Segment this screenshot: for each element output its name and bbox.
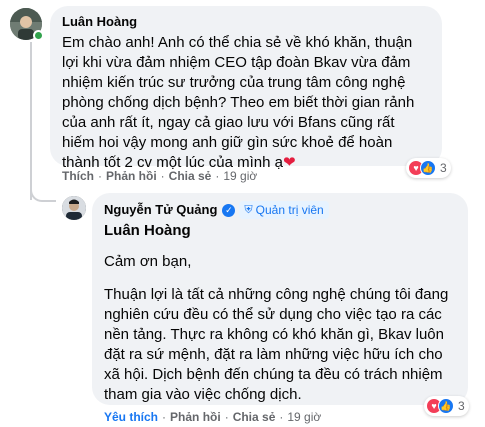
separator: · bbox=[224, 410, 229, 424]
reply-bubble: Nguyễn Tử Quảng ✓ ⛨ Quản trị viên Luân H… bbox=[92, 193, 468, 405]
timestamp[interactable]: 19 giờ bbox=[223, 169, 257, 183]
admin-badge: ⛨ Quản trị viên bbox=[239, 201, 329, 219]
shield-icon: ⛨ bbox=[244, 203, 253, 216]
verified-icon: ✓ bbox=[222, 203, 236, 217]
online-status-dot bbox=[33, 30, 44, 41]
separator: · bbox=[160, 169, 165, 183]
like-reaction-icon: 👍 bbox=[420, 160, 436, 176]
reply-reactions[interactable]: ♥ 👍 3 bbox=[424, 396, 469, 416]
reply-avatar[interactable] bbox=[62, 196, 86, 220]
comment-actions: Thích · Phản hồi · Chia sẻ · 19 giờ bbox=[62, 168, 257, 184]
comment-reactions[interactable]: ♥ 👍 3 bbox=[406, 158, 451, 178]
like-button[interactable]: Thích bbox=[62, 169, 94, 183]
like-reaction-icon: 👍 bbox=[438, 398, 454, 414]
separator: · bbox=[98, 169, 102, 183]
share-button[interactable]: Chia sẻ bbox=[233, 410, 276, 424]
comment-body: Em chào anh! Anh có thể chia sẻ về khó k… bbox=[62, 34, 415, 171]
reply-avatar-image bbox=[62, 196, 86, 220]
comment-bubble: Luân Hoàng Em chào anh! Anh có thể chia … bbox=[50, 6, 442, 171]
reply-button[interactable]: Phản hồi bbox=[106, 169, 157, 183]
admin-badge-label: Quản trị viên bbox=[255, 203, 324, 217]
separator: · bbox=[279, 410, 284, 424]
share-button[interactable]: Chia sẻ bbox=[169, 169, 212, 183]
reply-paragraph-2: Thuận lợi là tất cả những công nghệ chún… bbox=[104, 286, 449, 403]
reply-author-row: Nguyễn Tử Quảng ✓ ⛨ Quản trị viên bbox=[104, 201, 456, 219]
love-button[interactable]: Yêu thích bbox=[104, 410, 158, 424]
reaction-count: 3 bbox=[458, 399, 465, 413]
comment-text: Em chào anh! Anh có thể chia sẻ về khó k… bbox=[62, 33, 430, 173]
separator: · bbox=[215, 169, 220, 183]
reply-author-name[interactable]: Nguyễn Tử Quảng bbox=[104, 202, 217, 218]
reply-actions: Yêu thích · Phản hồi · Chia sẻ · 19 giờ bbox=[104, 409, 321, 425]
mention-tag[interactable]: Luân Hoàng bbox=[104, 222, 456, 239]
thread-connector-curve bbox=[30, 178, 56, 202]
comment-thread: Luân Hoàng Em chào anh! Anh có thể chia … bbox=[0, 0, 485, 427]
separator: · bbox=[162, 410, 167, 424]
reply-button[interactable]: Phản hồi bbox=[170, 410, 221, 424]
reaction-count: 3 bbox=[440, 161, 447, 175]
thread-connector bbox=[30, 42, 32, 200]
reply-paragraph-1: Cảm ơn bạn, bbox=[104, 253, 192, 270]
comment-author-name[interactable]: Luân Hoàng bbox=[62, 14, 430, 30]
heart-icon: ❤ bbox=[282, 154, 296, 171]
timestamp[interactable]: 19 giờ bbox=[287, 410, 321, 424]
